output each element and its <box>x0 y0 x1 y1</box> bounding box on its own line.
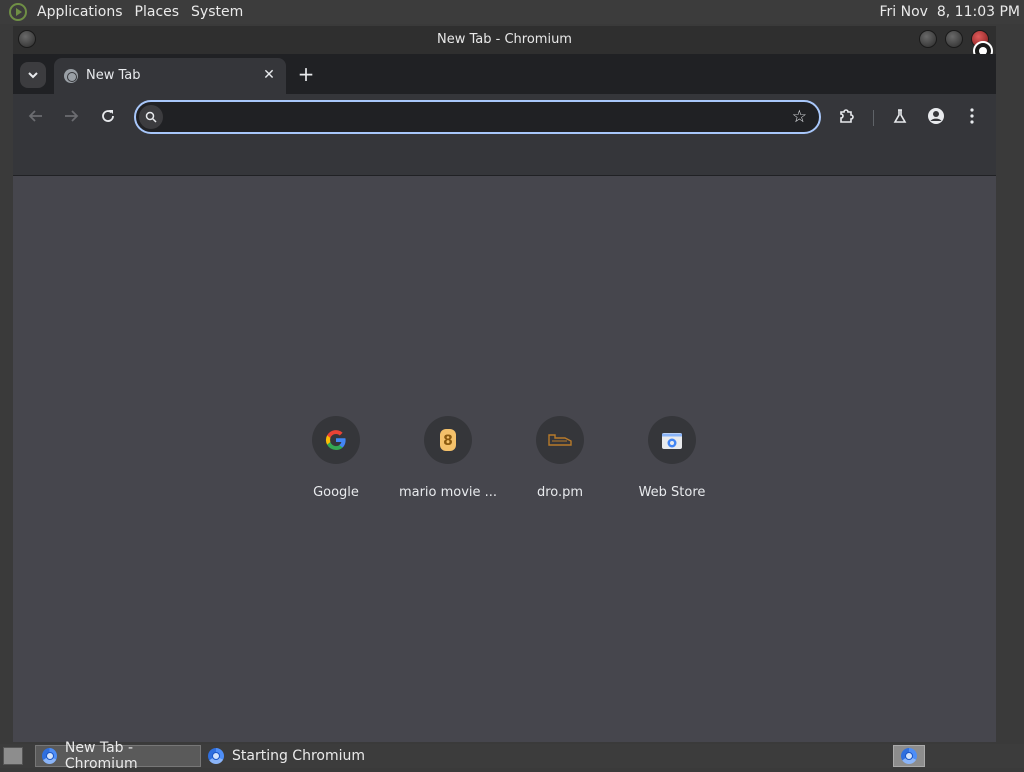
menu-button[interactable] <box>958 102 986 130</box>
menu-icon <box>970 108 974 124</box>
shortcut-name: dro.pm <box>536 485 584 500</box>
shortcut-tile: 8 <box>424 416 472 464</box>
mario-movie-icon: 8 <box>440 429 456 451</box>
chromium-tray-icon <box>901 748 917 764</box>
top-panel: Applications Places System Fri Nov 8, 11… <box>0 0 1024 24</box>
tab-close-icon[interactable]: ✕ <box>260 66 278 84</box>
back-button[interactable] <box>22 102 50 130</box>
new-tab-button[interactable]: + <box>295 63 317 85</box>
shortcut-tile <box>312 416 360 464</box>
profile-icon <box>928 108 944 124</box>
back-icon <box>28 110 42 122</box>
shortcut-tile <box>648 416 696 464</box>
bottom-taskbar: New Tab - Chromium Starting Chromium <box>0 740 1024 772</box>
browser-window: New Tab - Chromium New Tab ✕ + ☆ Google … <box>13 26 996 742</box>
task-new-tab-chromium[interactable]: New Tab - Chromium <box>35 740 201 772</box>
task-starting-chromium[interactable]: Starting Chromium <box>202 745 370 767</box>
tab-search-button[interactable] <box>20 62 46 88</box>
panel-menu: Applications Places System <box>0 0 249 24</box>
forward-button[interactable] <box>57 102 85 130</box>
extensions-icon <box>840 109 854 123</box>
toolbar: ☆ <box>13 94 996 138</box>
web-store-icon <box>662 433 682 449</box>
places-menu[interactable]: Places <box>129 0 186 24</box>
svg-text:8: 8 <box>443 433 453 449</box>
applications-logo-icon[interactable] <box>9 3 27 21</box>
omnibox-search-icon-wrap <box>139 105 163 129</box>
shortcut-mario-movie[interactable]: 8 mario movie ... <box>392 412 504 502</box>
shortcut-dro-pm[interactable]: dro.pm <box>504 412 616 502</box>
reload-icon <box>102 110 114 122</box>
shortcut-tile <box>536 416 584 464</box>
bookmark-bar <box>13 138 996 176</box>
google-icon <box>325 430 346 451</box>
chevron-down-icon <box>28 72 38 79</box>
shortcut-name: mario movie ... <box>398 485 498 500</box>
task-label: New Tab - Chromium <box>64 740 138 772</box>
forward-icon <box>65 110 79 122</box>
tab-new-tab[interactable]: New Tab ✕ <box>54 58 286 94</box>
globe-icon <box>64 69 78 83</box>
extensions-button[interactable] <box>833 102 861 130</box>
system-menu[interactable]: System <box>185 0 249 24</box>
task-label: Starting Chromium <box>232 748 365 764</box>
reload-button[interactable] <box>94 102 122 130</box>
shortcut-google[interactable]: Google <box>280 412 392 502</box>
shortcut-name: Google <box>313 485 359 500</box>
window-titlebar[interactable]: New Tab - Chromium <box>13 26 996 61</box>
labs-button[interactable] <box>886 102 914 130</box>
profile-button[interactable] <box>922 102 950 130</box>
applications-menu[interactable]: Applications <box>31 0 129 24</box>
chromium-icon <box>208 748 224 764</box>
labs-icon <box>893 109 907 123</box>
shortcut-web-store[interactable]: Web Store <box>616 412 728 502</box>
panel-clock[interactable]: Fri Nov 8, 11:03 PM <box>880 4 1024 20</box>
new-tab-page: Google 8 mario movie ... dro.pm Web Stor… <box>13 176 996 742</box>
shortcut-name: Web Store <box>638 485 706 500</box>
chromium-icon <box>42 748 57 764</box>
search-icon <box>145 111 157 123</box>
dro-pm-icon <box>548 434 572 446</box>
tab-strip: New Tab ✕ + <box>13 54 996 94</box>
maximize-icon[interactable] <box>945 30 963 48</box>
tray-chromium[interactable] <box>893 745 925 767</box>
window-title: New Tab - Chromium <box>437 32 572 47</box>
tab-label: New Tab <box>86 68 141 83</box>
omnibox-input[interactable] <box>168 106 768 128</box>
bookmark-star-icon[interactable]: ☆ <box>792 107 807 127</box>
minimize-icon[interactable] <box>919 30 937 48</box>
omnibox[interactable]: ☆ <box>134 100 821 134</box>
show-desktop-icon[interactable] <box>3 747 23 765</box>
toolbar-separator <box>873 110 874 126</box>
